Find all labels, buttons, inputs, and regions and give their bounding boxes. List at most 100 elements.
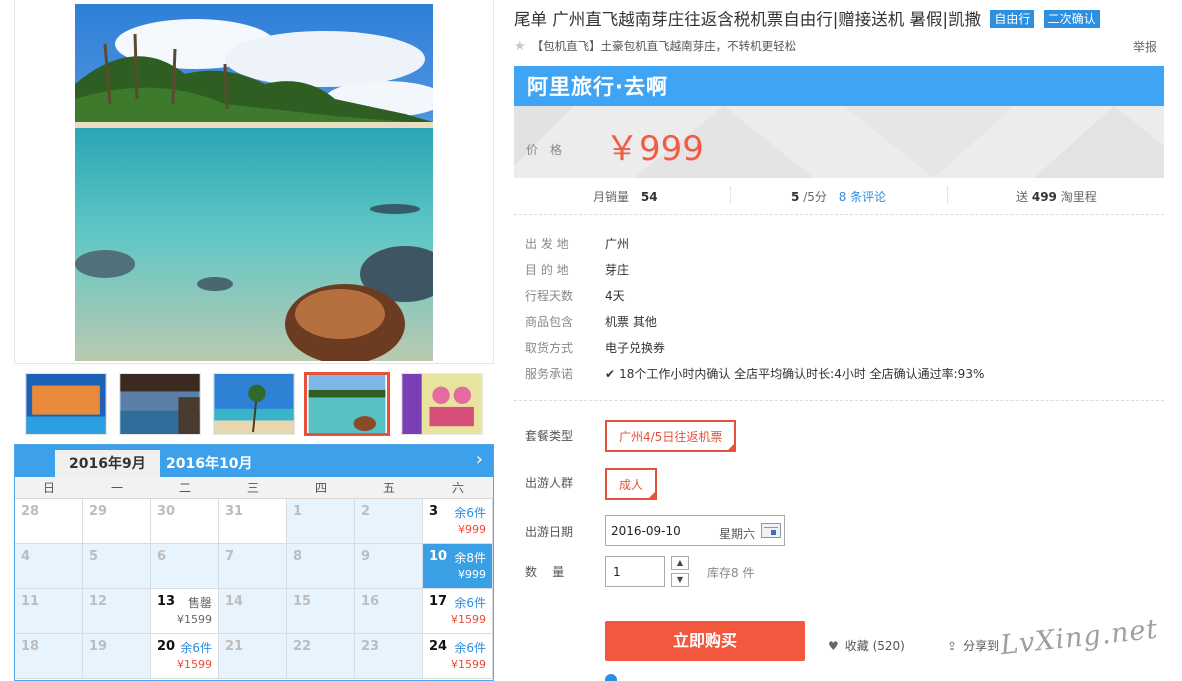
thumbnail-1[interactable]	[25, 373, 107, 435]
quantity-decrease-button[interactable]: ▼	[671, 573, 689, 587]
weekday-header: 四	[314, 481, 327, 495]
calendar-day-price: ¥999	[458, 568, 486, 581]
calendar-day-cell: 22	[287, 634, 355, 679]
points-count: 499	[1031, 190, 1057, 204]
calendar-day-number: 9	[361, 549, 371, 564]
calendar-day-price: ¥999	[458, 523, 486, 536]
info-key: 服务承诺	[525, 367, 574, 381]
calendar-header: 2016年9月 2016年10月 ›	[15, 445, 493, 477]
calendar-day-number: 11	[21, 594, 40, 609]
calendar-day-cell: 18	[15, 634, 83, 679]
brand-banner: 阿里旅行·去啊	[514, 66, 1164, 106]
calendar-day-cell: 29	[83, 499, 151, 544]
calendar-day-cell[interactable]: 17 余6件 ¥1599	[423, 589, 493, 634]
package-option-selected[interactable]: 广州4/5日往返机票	[605, 420, 737, 452]
main-image-frame	[14, 0, 494, 364]
calendar-day-cell: 28	[15, 499, 83, 544]
info-value: 机票 其他	[605, 315, 657, 329]
calendar-day-stock: 余6件	[454, 641, 486, 655]
info-value: 广州	[605, 237, 630, 251]
calendar-day-cell: 16	[355, 589, 423, 634]
calendar-day-cell: 15	[287, 589, 355, 634]
product-title: 尾单 广州直飞越南芽庄往返含税机票自由行|赠接送机 暑假|凯撒 自由行 二次确认	[514, 6, 1100, 30]
calendar-day-number: 23	[361, 639, 380, 654]
checkmark-corner-icon	[726, 442, 737, 452]
calendar-day-cell: 31	[219, 499, 287, 544]
calendar-day-cell[interactable]: 10 余8件 ¥999	[423, 544, 493, 589]
calendar-day-cell: 19	[83, 634, 151, 679]
info-value: 芽庄	[605, 263, 630, 277]
stats-divider	[730, 187, 731, 203]
calendar-day-number: 1	[293, 504, 303, 519]
calendar-day-cell: 8	[287, 544, 355, 589]
info-key: 出 发 地	[525, 237, 569, 251]
info-value: ✔ 18个工作小时内确认 全店平均确认时长:4小时 全店确认通过率:93%	[605, 365, 984, 382]
share-button[interactable]: ⇪ 分享到	[947, 637, 999, 654]
calendar-day-number: 14	[225, 594, 244, 609]
traveler-option-selected[interactable]: 成人	[605, 468, 658, 500]
info-key: 取货方式	[525, 341, 574, 355]
calendar-day-cell: 14	[219, 589, 287, 634]
calendar-day-cell: 4	[15, 544, 83, 589]
calendar-day-cell: 6	[151, 544, 219, 589]
monthly-sales-count: 54	[640, 190, 658, 204]
calendar-day-number: 17	[429, 594, 448, 609]
calendar-icon[interactable]	[761, 523, 781, 538]
travel-date-field[interactable]: 2016-09-10 星期六	[605, 515, 785, 546]
star-icon[interactable]: ★	[514, 39, 526, 54]
thumbnail-3[interactable]	[213, 373, 295, 435]
thumbnail-strip	[14, 364, 494, 444]
calendar-day-price: ¥1599	[177, 658, 212, 671]
calendar-day-cell: 11	[15, 589, 83, 634]
calendar-day-number: 30	[157, 504, 176, 519]
product-title-text: 尾单 广州直飞越南芽庄往返含税机票自由行|赠接送机 暑假|凯撒	[514, 10, 982, 29]
calendar-day-number: 20	[157, 639, 176, 654]
product-subtitle: ★ 【包机直飞】土豪包机直飞越南芽庄，不转机更轻松	[514, 38, 796, 54]
calendar-day-cell[interactable]: 24 余6件 ¥1599	[423, 634, 493, 679]
rating: 5 /5分 8 条评论	[791, 188, 886, 205]
calendar-day-number: 7	[225, 549, 235, 564]
heart-icon: ♥	[828, 639, 839, 653]
calendar-day-number: 29	[89, 504, 108, 519]
favorite-button[interactable]: ♥ 收藏 (520)	[828, 637, 905, 654]
travel-date-value: 2016-09-10	[611, 524, 681, 538]
buy-now-button[interactable]: 立即购买	[605, 621, 805, 661]
calendar-day-number: 19	[89, 639, 108, 654]
monthly-sales: 月销量 54	[593, 188, 658, 205]
calendar-day-number: 18	[21, 639, 40, 654]
calendar-day-cell[interactable]: 13 售罄 ¥1599	[151, 589, 219, 634]
thumbnail-5[interactable]	[401, 373, 483, 435]
package-type-label: 套餐类型	[525, 429, 574, 443]
check-circle-icon: ✔	[605, 367, 616, 381]
calendar-day-cell: 2	[355, 499, 423, 544]
tag-free-travel: 自由行	[990, 10, 1035, 28]
calendar-day-cell[interactable]: 20 余6件 ¥1599	[151, 634, 219, 679]
calendar-day-cell: 5	[83, 544, 151, 589]
calendar-day-stock: 余6件	[454, 506, 486, 520]
package-option-text: 广州4/5日往返机票	[619, 430, 723, 444]
main-product-image[interactable]	[75, 4, 433, 361]
bottom-notice	[605, 674, 1005, 681]
calendar-day-cell: 9	[355, 544, 423, 589]
calendar-day-cell[interactable]: 3 余6件 ¥999	[423, 499, 493, 544]
thumbnail-2[interactable]	[119, 373, 201, 435]
subtitle-text: 【包机直飞】土豪包机直飞越南芽庄，不转机更轻松	[531, 39, 797, 53]
quantity-input[interactable]	[605, 556, 665, 587]
calendar-day-number: 24	[429, 639, 448, 654]
calendar-day-stock: 余8件	[454, 551, 486, 565]
calendar-day-price: ¥1599	[451, 658, 486, 671]
calendar-day-number: 8	[293, 549, 303, 564]
calendar-day-stock: 余6件	[454, 596, 486, 610]
calendar-day-price: ¥1599	[451, 613, 486, 626]
calendar-tab-month-2[interactable]: 2016年10月	[152, 450, 266, 477]
reviews-link[interactable]: 8 条评论	[839, 190, 886, 204]
report-link[interactable]: 举报	[1133, 38, 1157, 55]
calendar-tab-month-1[interactable]: 2016年9月	[55, 450, 160, 477]
chevron-right-icon[interactable]: ›	[476, 449, 483, 470]
quantity-increase-button[interactable]: ▲	[671, 556, 689, 570]
stats-divider	[947, 187, 948, 203]
tag-second-confirm: 二次确认	[1043, 10, 1100, 28]
favorite-label: 收藏 (520)	[844, 639, 905, 653]
weekday-header: 日	[42, 481, 55, 495]
thumbnail-4-selected[interactable]	[304, 372, 390, 436]
